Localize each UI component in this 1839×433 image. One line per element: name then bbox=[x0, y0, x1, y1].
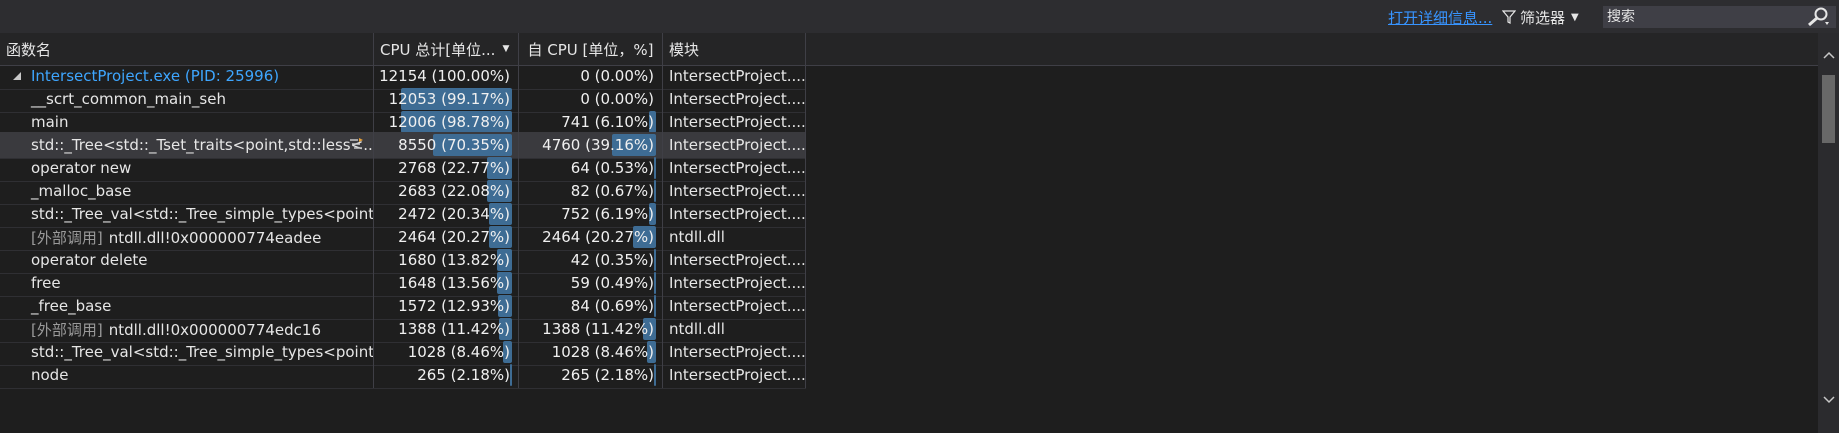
self-cpu-bar bbox=[654, 180, 656, 202]
function-name: std::_Tree<std::_Tset_traits<point,std::… bbox=[0, 136, 374, 154]
function-name: operator new bbox=[0, 159, 131, 177]
external-call-prefix: [外部调用] bbox=[31, 228, 103, 247]
total-cpu-cell: 265 (2.18%) bbox=[374, 362, 519, 388]
column-header-label: 函数名 bbox=[6, 40, 52, 59]
function-name: _free_base bbox=[0, 297, 111, 315]
function-name-text: node bbox=[31, 366, 69, 384]
function-name: std::_Tree_val<std::_Tree_simple_types<p… bbox=[0, 205, 374, 223]
self-cpu-value: 265 (2.18%) bbox=[561, 366, 654, 384]
hot-path-icon bbox=[350, 138, 363, 149]
module-cell: IntersectProject.... bbox=[663, 362, 806, 388]
function-name: _malloc_base bbox=[0, 182, 131, 200]
search-input[interactable] bbox=[1603, 6, 1793, 28]
column-header-total-cpu[interactable]: CPU 总计[单位... ▼ bbox=[374, 33, 519, 65]
function-name: std::_Tree_val<std::_Tree_simple_types<p… bbox=[0, 343, 374, 361]
function-name-text: std::_Tree_val<std::_Tree_simple_types<p… bbox=[31, 205, 374, 223]
total-cpu-value: 265 (2.18%) bbox=[417, 366, 510, 384]
function-name: free bbox=[0, 274, 61, 292]
filter-label: 筛选器 bbox=[1520, 8, 1566, 27]
column-header-function-name[interactable]: 函数名 bbox=[0, 33, 374, 65]
function-name: operator delete bbox=[0, 251, 148, 269]
scroll-up-arrow-icon[interactable] bbox=[1823, 51, 1835, 59]
function-name-text: ntdll.dll!0x000000774eadee bbox=[108, 228, 322, 247]
function-name-text: std::_Tree_val<std::_Tree_simple_types<p… bbox=[31, 343, 374, 361]
search-icon[interactable] bbox=[1806, 7, 1830, 27]
search-box bbox=[1603, 6, 1836, 28]
function-name-text: _free_base bbox=[31, 297, 112, 315]
function-name: main bbox=[0, 113, 68, 131]
scrollbar-thumb[interactable] bbox=[1822, 75, 1835, 143]
function-name: [外部调用] ntdll.dll!0x000000774edc16 bbox=[0, 319, 321, 340]
function-name-text: std::_Tree<std::_Tset_traits<point,std::… bbox=[31, 136, 374, 154]
function-name-text: IntersectProject.exe (PID: 25996) bbox=[31, 67, 280, 85]
function-name-cell: node bbox=[0, 362, 374, 388]
function-name: [外部调用] ntdll.dll!0x000000774eadee bbox=[0, 227, 321, 248]
function-name: IntersectProject.exe (PID: 25996) bbox=[0, 67, 279, 85]
function-name-text: _malloc_base bbox=[31, 182, 132, 200]
filter-dropdown[interactable]: 筛选器 ▼ bbox=[1502, 6, 1579, 28]
function-name: __scrt_common_main_seh bbox=[0, 90, 226, 108]
self-cpu-bar bbox=[654, 295, 656, 317]
vertical-scrollbar[interactable] bbox=[1818, 33, 1839, 433]
function-name-text: free bbox=[31, 274, 61, 292]
filter-icon bbox=[1502, 10, 1516, 24]
self-cpu-bar bbox=[654, 249, 656, 271]
table-header: 函数名 CPU 总计[单位... ▼ 自 CPU [单位，%] 模块 bbox=[0, 33, 1818, 66]
self-cpu-cell: 265 (2.18%) bbox=[519, 362, 663, 388]
function-name-text: operator new bbox=[31, 159, 132, 177]
function-name: node bbox=[0, 366, 68, 384]
collapse-triangle-icon[interactable] bbox=[12, 71, 22, 81]
open-details-link[interactable]: 打开详细信息... bbox=[1388, 7, 1492, 28]
toolbar: 打开详细信息... 筛选器 ▼ bbox=[0, 0, 1839, 33]
function-name-text: ntdll.dll!0x000000774edc16 bbox=[108, 320, 321, 339]
self-cpu-bar bbox=[654, 157, 656, 179]
column-header-module[interactable]: 模块 bbox=[663, 33, 806, 65]
column-header-label: 模块 bbox=[669, 40, 700, 59]
function-name-text: __scrt_common_main_seh bbox=[31, 90, 226, 108]
scroll-down-arrow-icon[interactable] bbox=[1823, 396, 1835, 404]
column-header-label: 自 CPU [单位，%] bbox=[527, 40, 654, 59]
chevron-down-icon: ▼ bbox=[1571, 11, 1579, 23]
column-header-self-cpu[interactable]: 自 CPU [单位，%] bbox=[519, 33, 663, 65]
sort-descending-icon: ▼ bbox=[502, 44, 510, 54]
table-row[interactable]: node 265 (2.18%) 265 (2.18%) IntersectProje… bbox=[0, 362, 806, 389]
external-call-prefix: [外部调用] bbox=[31, 320, 103, 339]
function-name-text: operator delete bbox=[31, 251, 148, 269]
function-name-text: main bbox=[31, 113, 69, 131]
column-header-label: CPU 总计[单位... bbox=[380, 40, 496, 59]
function-table: IntersectProject.exe (PID: 25996) 12154 (… bbox=[0, 66, 1818, 433]
self-cpu-bar bbox=[654, 272, 656, 294]
